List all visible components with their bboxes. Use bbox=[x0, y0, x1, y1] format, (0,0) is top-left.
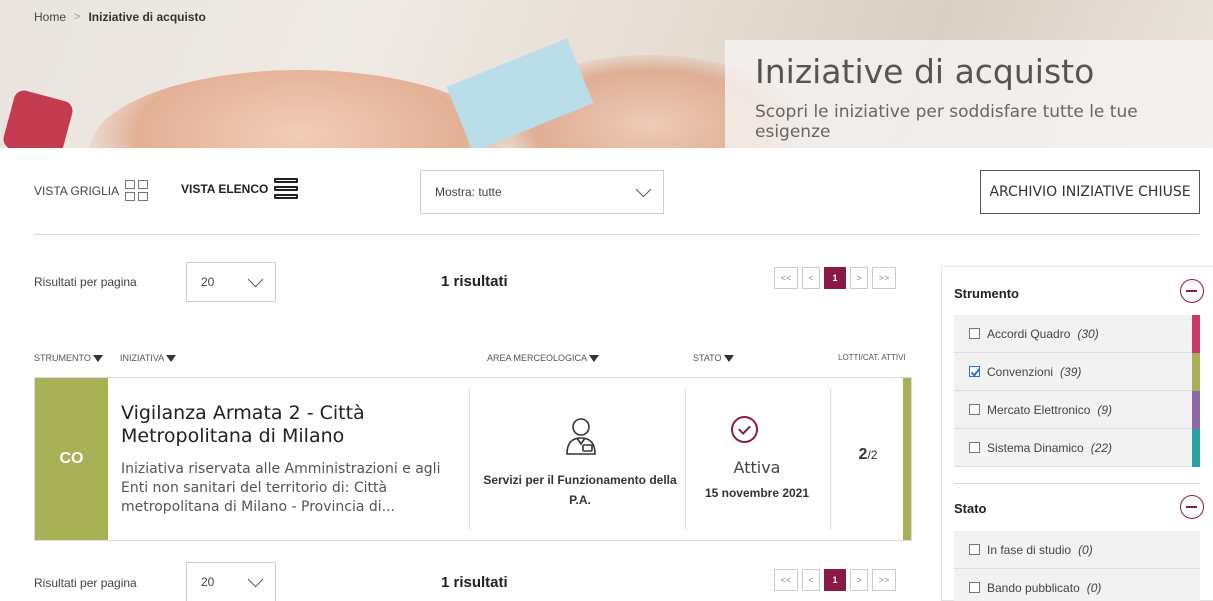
initiative-description: Iniziativa riservata alle Amministrazion… bbox=[121, 461, 441, 515]
filter-option-label: Convenzioni bbox=[987, 364, 1054, 379]
pager-prev-button[interactable]: < bbox=[802, 267, 820, 289]
list-view-button[interactable]: VISTA ELENCO bbox=[181, 178, 299, 199]
grid-view-label: VISTA GRIGLIA bbox=[34, 183, 120, 198]
filter-stato-title: Stato bbox=[954, 501, 987, 516]
checkbox[interactable] bbox=[969, 404, 980, 415]
chevron-down-icon bbox=[247, 571, 264, 587]
strumento-badge: CO bbox=[35, 378, 108, 540]
sort-desc-icon bbox=[589, 354, 600, 362]
filter-option-count: (9) bbox=[1097, 402, 1113, 417]
pager-current-page[interactable]: 1 bbox=[824, 267, 846, 289]
page-title: Iniziative di acquisto bbox=[755, 52, 1095, 91]
filter-option-label: In fase di studio bbox=[987, 542, 1072, 557]
table-row[interactable]: CO Vigilanza Armata 2 - Città Metropolit… bbox=[34, 377, 912, 541]
grid-view-button[interactable]: VISTA GRIGLIA bbox=[34, 180, 149, 201]
results-per-page-value: 20 bbox=[201, 275, 215, 289]
filter-strumento-title: Strumento bbox=[954, 286, 1019, 301]
category-color-bar bbox=[1192, 429, 1200, 467]
column-header-label: STATO bbox=[693, 353, 722, 363]
chevron-down-icon bbox=[635, 181, 652, 197]
column-header-strumento[interactable]: STRUMENTO bbox=[34, 353, 103, 363]
filter-option-accordi-quadro[interactable]: Accordi Quadro (30) bbox=[954, 315, 1200, 353]
filter-option-count: (30) bbox=[1077, 326, 1099, 341]
checkbox[interactable] bbox=[969, 442, 980, 453]
filter-option-sistema-dinamico[interactable]: Sistema Dinamico (22) bbox=[954, 429, 1200, 467]
show-filter-select[interactable]: Mostra: tutte bbox=[420, 170, 664, 214]
checkbox[interactable] bbox=[969, 544, 980, 555]
column-header-label: AREA MERCEOLOGICA bbox=[487, 353, 588, 363]
pager-first-button[interactable]: << bbox=[774, 267, 798, 289]
pager-first-button[interactable]: << bbox=[774, 569, 798, 591]
column-header-lotti: LOTTI/CAT. ATTIVI bbox=[838, 353, 906, 362]
checkbox[interactable] bbox=[969, 582, 980, 593]
pager-next-button[interactable]: > bbox=[850, 569, 868, 591]
results-per-page-select-bottom[interactable]: 20 bbox=[186, 562, 276, 601]
results-per-page-select[interactable]: 20 bbox=[186, 262, 276, 302]
row-accent-bar bbox=[903, 378, 911, 540]
breadcrumb-current: Iniziative di acquisto bbox=[88, 10, 206, 24]
filter-option-label: Mercato Elettronico bbox=[987, 402, 1091, 417]
results-count: 1 risultati bbox=[441, 273, 508, 290]
chevron-down-icon bbox=[247, 271, 264, 287]
sort-desc-icon bbox=[92, 354, 103, 362]
column-header-label: LOTTI/CAT. ATTIVI bbox=[838, 353, 906, 362]
pager-last-button[interactable]: >> bbox=[872, 267, 896, 289]
breadcrumb-home-link[interactable]: Home bbox=[34, 10, 66, 24]
filter-option-label: Sistema Dinamico bbox=[987, 440, 1084, 455]
filter-option-mercato-elettronico[interactable]: Mercato Elettronico (9) bbox=[954, 391, 1200, 429]
filter-option-label: Accordi Quadro bbox=[987, 326, 1071, 341]
category-color-bar bbox=[1192, 391, 1200, 429]
check-circle-icon bbox=[731, 416, 758, 443]
filter-option-count: (22) bbox=[1090, 440, 1113, 455]
pager-next-button[interactable]: > bbox=[850, 267, 868, 289]
area-merceologica: Servizi per il Funzionamento della P.A. bbox=[483, 473, 677, 507]
initiative-title[interactable]: Vigilanza Armata 2 - Città Metropolitana… bbox=[121, 402, 451, 448]
person-badge-icon bbox=[562, 416, 600, 461]
filter-option-in-fase-di-studio[interactable]: In fase di studio (0) bbox=[954, 531, 1200, 569]
divider bbox=[34, 234, 1199, 235]
column-header-label: STRUMENTO bbox=[34, 353, 91, 363]
column-header-area[interactable]: AREA MERCEOLOGICA bbox=[487, 353, 600, 363]
column-header-label: INIZIATIVA bbox=[120, 353, 165, 363]
filter-sidebar: Strumento Accordi Quadro (30) Convenzion… bbox=[941, 266, 1213, 601]
filter-option-count: (39) bbox=[1060, 364, 1082, 379]
lots-total: /2 bbox=[867, 448, 878, 462]
category-color-bar bbox=[1192, 353, 1200, 391]
filter-option-count: (0) bbox=[1078, 542, 1093, 557]
breadcrumb: Home > Iniziative di acquisto bbox=[34, 10, 206, 24]
show-filter-value: Mostra: tutte bbox=[435, 185, 502, 199]
results-count-bottom: 1 risultati bbox=[441, 574, 508, 591]
pager-last-button[interactable]: >> bbox=[872, 569, 896, 591]
sort-desc-icon bbox=[166, 354, 177, 362]
pagination: << < 1 > >> bbox=[774, 267, 896, 289]
page-subtitle: Scopri le iniziative per soddisfare tutt… bbox=[755, 102, 1138, 142]
checkbox[interactable] bbox=[969, 328, 980, 339]
grid-icon bbox=[125, 180, 149, 201]
list-icon bbox=[274, 178, 299, 199]
column-header-stato[interactable]: STATO bbox=[693, 353, 734, 363]
results-per-page-value: 20 bbox=[201, 575, 215, 589]
collapse-minus-icon[interactable] bbox=[1180, 495, 1204, 519]
pagination-bottom: << < 1 > >> bbox=[774, 569, 896, 591]
collapse-minus-icon[interactable] bbox=[1180, 279, 1204, 303]
category-color-bar bbox=[1192, 315, 1200, 353]
list-view-label: VISTA ELENCO bbox=[181, 181, 269, 196]
breadcrumb-separator: > bbox=[74, 11, 81, 23]
sort-desc-icon bbox=[723, 354, 734, 362]
status-label: Attiva bbox=[733, 458, 781, 477]
status-date: 15 novembre 2021 bbox=[704, 486, 810, 500]
pager-prev-button[interactable]: < bbox=[802, 569, 820, 591]
results-per-page-label: Risultati per pagina bbox=[34, 275, 137, 289]
filter-option-bando-pubblicato[interactable]: Bando pubblicato (0) bbox=[954, 569, 1200, 601]
lots-active: 2/2 bbox=[832, 446, 904, 464]
checkbox-checked[interactable] bbox=[969, 366, 980, 377]
results-per-page-label-bottom: Risultati per pagina bbox=[34, 576, 137, 590]
hero-banner: Iniziative di acquisto Scopri le iniziat… bbox=[0, 0, 1213, 148]
pager-current-page[interactable]: 1 bbox=[824, 569, 846, 591]
column-header-iniziativa[interactable]: INIZIATIVA bbox=[120, 353, 177, 363]
filter-option-convenzioni[interactable]: Convenzioni (39) bbox=[954, 353, 1200, 391]
archive-closed-initiatives-button[interactable]: ARCHIVIO INIZIATIVE CHIUSE bbox=[980, 170, 1200, 214]
filter-option-count: (0) bbox=[1086, 580, 1102, 595]
filter-option-label: Bando pubblicato bbox=[987, 580, 1080, 595]
